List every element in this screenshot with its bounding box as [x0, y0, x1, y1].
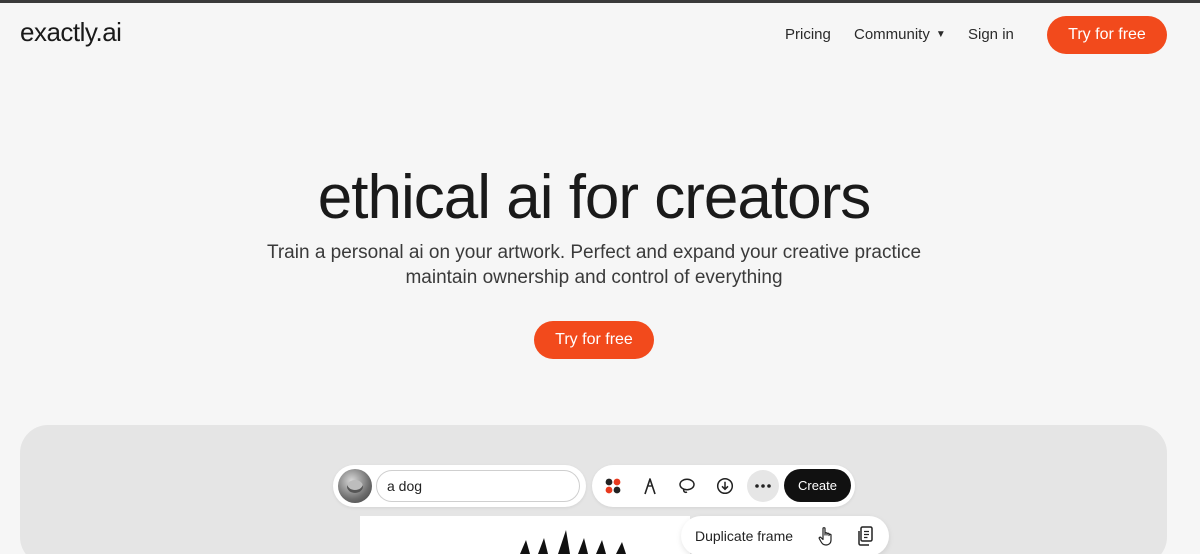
download-icon[interactable] [709, 470, 741, 502]
hero-title: ethical ai for creators [317, 163, 871, 232]
caret-down-icon: ▼ [935, 29, 946, 40]
lasso-icon[interactable] [671, 470, 703, 502]
nav-sign-in-link[interactable]: Sign in [968, 26, 1014, 43]
more-icon[interactable] [747, 470, 779, 502]
create-button[interactable]: Create [784, 469, 851, 502]
copy-icon[interactable] [855, 525, 875, 547]
avatar[interactable] [338, 469, 372, 503]
nav-pricing-link[interactable]: Pricing [785, 26, 831, 43]
site-header: exactly.ai Pricing Community ▼ Sign in Tr… [0, 0, 1200, 70]
hero-subtitle: Train a personal ai on your artwork. Per… [0, 240, 1188, 290]
artwork-preview [520, 530, 626, 554]
hero-subtitle-line-1: Train a personal ai on your artwork. Per… [266, 242, 922, 263]
nav-community-label: Community [854, 26, 930, 43]
nav-community-dropdown[interactable]: Community ▼ [854, 26, 946, 43]
palette-icon[interactable] [597, 470, 629, 502]
hero-subtitle-line-2: maintain ownership and control of everyt… [405, 267, 783, 288]
duplicate-frame-option[interactable]: Duplicate frame [695, 528, 793, 544]
header-try-free-button[interactable]: Try for free [1047, 16, 1167, 54]
pen-icon[interactable] [634, 470, 666, 502]
hand-pointer-icon [818, 527, 832, 546]
hero-try-free-button[interactable]: Try for free [534, 321, 654, 359]
logo[interactable]: exactly.ai [20, 17, 122, 48]
prompt-input[interactable] [376, 470, 580, 502]
